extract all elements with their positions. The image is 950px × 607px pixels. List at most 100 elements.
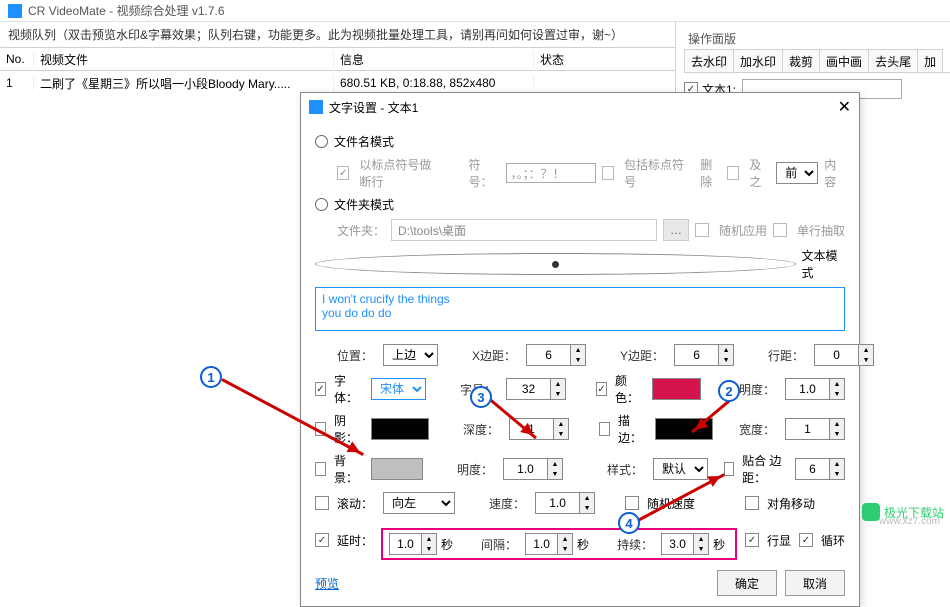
- tab-remove-wm[interactable]: 去水印: [684, 49, 734, 72]
- include-punct-cb[interactable]: [602, 166, 614, 180]
- close-icon[interactable]: ✕: [838, 97, 851, 117]
- font-select[interactable]: 宋体: [371, 378, 426, 400]
- dialog-icon: [309, 100, 323, 114]
- queue-header: 视频队列（双击预览水印&字幕效果；队列右键，功能更多。此为视频批量处理工具，请别…: [0, 22, 675, 47]
- radio-text-mode[interactable]: [315, 253, 796, 275]
- text-settings-dialog: 文字设置 - 文本1 ✕ 文件名模式 以标点符号做断行 符号： 包括标点符号 删…: [300, 92, 860, 607]
- ops-panel-title: 操作面版: [684, 28, 950, 49]
- brightness-input[interactable]: [503, 458, 547, 480]
- tab-pip[interactable]: 画中画: [819, 49, 869, 72]
- ops-tabs: 去水印 加水印 裁剪 画中画 去头尾 加: [684, 49, 950, 73]
- lineshow-label: 行显: [767, 532, 791, 549]
- stroke-cb[interactable]: [599, 422, 610, 436]
- size-input[interactable]: [506, 378, 550, 400]
- xdist-input[interactable]: [526, 344, 570, 366]
- annotation-2: 2: [718, 380, 740, 402]
- rand-speed-cb[interactable]: [625, 496, 639, 510]
- bg-swatch[interactable]: [371, 458, 423, 480]
- color-cb[interactable]: [596, 382, 607, 396]
- and-label: 及之: [749, 156, 770, 190]
- loop-label: 循环: [821, 532, 845, 549]
- sec1: 秒: [441, 536, 453, 553]
- and-cb[interactable]: [727, 166, 739, 180]
- sec3: 秒: [713, 536, 725, 553]
- col-status[interactable]: 状态: [534, 51, 675, 68]
- annotation-3: 3: [470, 386, 492, 408]
- width-input[interactable]: [785, 418, 829, 440]
- dur-label: 持续：: [617, 536, 653, 553]
- tab-add-wm[interactable]: 加水印: [733, 49, 783, 72]
- delay-input[interactable]: [389, 533, 421, 555]
- watermark-logo-icon: [862, 503, 880, 521]
- sec2: 秒: [577, 536, 589, 553]
- font-cb[interactable]: [315, 382, 326, 396]
- ydist-input[interactable]: [674, 344, 718, 366]
- width-label: 宽度：: [739, 421, 775, 438]
- radio-filename-mode[interactable]: [315, 135, 328, 148]
- delete-label: 删除: [700, 156, 721, 190]
- color-label: 颜色：: [615, 372, 642, 406]
- opacity-input[interactable]: [785, 378, 829, 400]
- style-select[interactable]: 默认: [653, 458, 708, 480]
- pos-label: 位置：: [337, 347, 373, 364]
- diag-cb[interactable]: [745, 496, 759, 510]
- filename-mode-label: 文件名模式: [334, 133, 394, 150]
- break-punct-cb[interactable]: [337, 166, 349, 180]
- delay-label: 延时：: [337, 532, 373, 549]
- font-label: 字体：: [334, 372, 361, 406]
- speed-label: 速度：: [489, 495, 525, 512]
- color-swatch[interactable]: [652, 378, 701, 400]
- and-select[interactable]: 前: [776, 162, 818, 184]
- brightness-label: 明度：: [457, 461, 493, 478]
- folder-input[interactable]: [391, 219, 657, 241]
- tab-add[interactable]: 加: [917, 49, 943, 72]
- bg-cb[interactable]: [315, 462, 326, 476]
- dialog-title: 文字设置 - 文本1: [329, 99, 418, 116]
- linespace-input[interactable]: [814, 344, 858, 366]
- single-line-cb[interactable]: [773, 223, 787, 237]
- preview-link[interactable]: 预览: [315, 575, 339, 592]
- delay-cb[interactable]: [315, 533, 329, 547]
- paste-input[interactable]: [795, 458, 829, 480]
- col-file[interactable]: 视频文件: [34, 51, 334, 68]
- loop-cb[interactable]: [799, 533, 813, 547]
- rand-apply-label: 随机应用: [719, 222, 767, 239]
- text-mode-label: 文本模式: [802, 247, 845, 281]
- col-info[interactable]: 信息: [334, 51, 534, 68]
- titlebar: CR VideoMate - 视频综合处理 v1.7.6: [0, 0, 950, 22]
- ydist-label: Y边距：: [620, 347, 664, 364]
- rand-apply-cb[interactable]: [695, 223, 709, 237]
- browse-button[interactable]: …: [663, 219, 689, 241]
- single-line-label: 单行抽取: [797, 222, 845, 239]
- cell-no: 1: [0, 76, 34, 90]
- ok-button[interactable]: 确定: [717, 570, 777, 596]
- scroll-cb[interactable]: [315, 496, 329, 510]
- punct-input[interactable]: [506, 163, 596, 183]
- folder-mode-label: 文件夹模式: [334, 196, 394, 213]
- app-icon: [8, 4, 22, 18]
- punct-label: 符号：: [468, 156, 499, 190]
- paste-label: 贴合 边距：: [742, 452, 785, 486]
- speed-input[interactable]: [535, 492, 579, 514]
- col-no[interactable]: No.: [0, 52, 34, 66]
- annotation-4: 4: [618, 512, 640, 534]
- radio-folder-mode[interactable]: [315, 198, 328, 211]
- annotation-1: 1: [200, 366, 222, 388]
- watermark-sub: www.xz7.com: [879, 516, 940, 527]
- cell-file: 二刷了《星期三》所以唱一小段Bloody Mary.....: [34, 75, 334, 92]
- text-input[interactable]: I won't crucify the things you do do do: [315, 287, 845, 331]
- scroll-select[interactable]: 向左: [383, 492, 455, 514]
- style-label: 样式：: [607, 461, 643, 478]
- tab-crop[interactable]: 裁剪: [782, 49, 820, 72]
- pos-select[interactable]: 上边: [383, 344, 438, 366]
- cancel-button[interactable]: 取消: [785, 570, 845, 596]
- gap-input[interactable]: [525, 533, 557, 555]
- content-label: 内容: [824, 156, 845, 190]
- tab-trim[interactable]: 去头尾: [868, 49, 918, 72]
- include-punct-label: 包括标点符号: [624, 156, 686, 190]
- lineshow-cb[interactable]: [745, 533, 759, 547]
- gap-label: 间隔：: [481, 536, 517, 553]
- shadow-swatch[interactable]: [371, 418, 429, 440]
- linespace-label: 行距：: [768, 347, 804, 364]
- dur-input[interactable]: [661, 533, 693, 555]
